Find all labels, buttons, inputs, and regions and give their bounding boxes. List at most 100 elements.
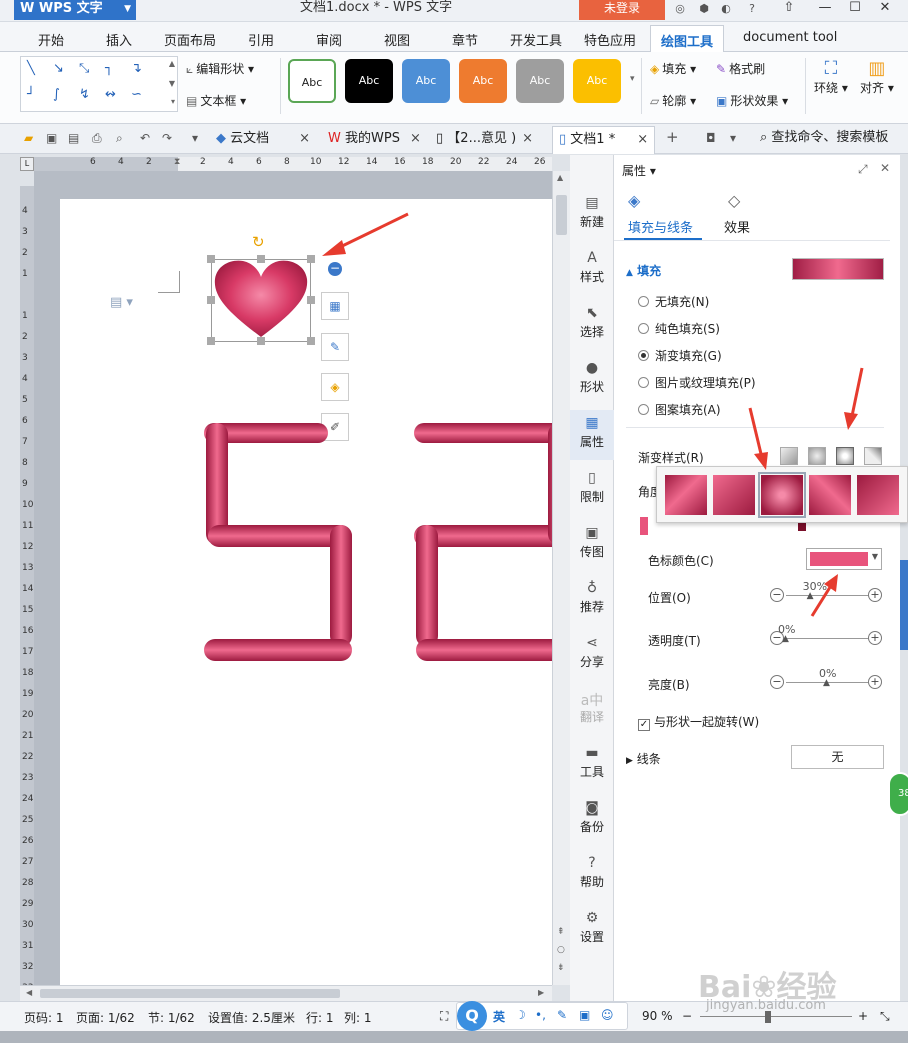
line-shape-icon[interactable]: ╲ — [27, 61, 35, 76]
prev-page-icon[interactable]: ⇞ — [557, 927, 565, 937]
print-preview-icon[interactable]: ⌕ — [116, 131, 123, 146]
gallery-expand-icon[interactable]: ▾ — [171, 97, 175, 106]
settings-small-icon[interactable]: ⬢ — [696, 1, 712, 17]
fill-button[interactable]: ◈ 填充 ▾ — [650, 60, 696, 77]
gradient-style-path[interactable] — [864, 447, 882, 465]
arrow-line-icon[interactable]: ↘ — [53, 61, 64, 76]
transparency-plus-button[interactable]: + — [868, 631, 882, 645]
gradient-style-linear[interactable] — [780, 447, 798, 465]
status-page[interactable]: 页面: 1/62 — [76, 1009, 135, 1026]
doctab-mywps[interactable]: W 我的WPS × — [328, 126, 421, 154]
fill-option-solid[interactable]: 纯色填充(S) — [638, 320, 720, 337]
skin-icon[interactable]: ◎ — [672, 1, 688, 17]
edit-shape-pen-icon[interactable]: ✎ — [321, 333, 349, 361]
maximize-icon[interactable]: ☐ — [842, 0, 868, 18]
select-browse-icon[interactable]: ○ — [557, 945, 565, 955]
tab-chapter[interactable]: 章节 — [452, 30, 478, 49]
close-tab-icon[interactable]: × — [299, 131, 310, 146]
zoom-level[interactable]: 90 % — [642, 1009, 673, 1023]
freeform-icon[interactable]: ∽ — [131, 87, 142, 102]
fullscreen-icon[interactable]: ⛶ — [440, 1009, 448, 1024]
fit-window-icon[interactable]: ⤡ — [880, 1009, 890, 1024]
document-canvas[interactable]: ▤ ▾ ↻ − ▦ ✎ ◈ ✐ — [34, 171, 552, 985]
fill-option-none[interactable]: 无填充(N) — [638, 293, 709, 310]
close-tab-icon[interactable]: × — [410, 131, 421, 146]
panel-undock-icon[interactable]: ⤢ — [858, 162, 868, 177]
open-folder-icon[interactable]: ▰ — [24, 131, 33, 145]
scroll-up-icon[interactable]: ▲ — [557, 173, 563, 182]
tab-references[interactable]: 引用 — [248, 30, 274, 49]
fill-option-gradient[interactable]: 渐变填充(G) — [638, 347, 722, 364]
document-page[interactable]: ▤ ▾ ↻ − ▦ ✎ ◈ ✐ — [60, 199, 552, 985]
zoom-in-icon[interactable]: + — [858, 1009, 868, 1023]
vertical-ruler[interactable]: 4 3 2 1 1 2 3 4 5 6 7 8 9 10 11 12 13 14 15 16 17 18 19 20 21 22 2… — [20, 186, 34, 986]
horizontal-ruler[interactable]: 6 4 2 ⧗ 2 4 6 8 10 12 14 16 18 20 22 24 … — [34, 157, 552, 171]
paragraph-layout-icon[interactable]: ▤ ▾ — [110, 295, 133, 310]
share-up-icon[interactable]: ⇧ — [776, 0, 802, 18]
print-icon[interactable]: ⎙ — [92, 131, 102, 146]
gradient-preset-corner-reverse[interactable] — [857, 475, 899, 515]
ruler-corner[interactable]: L — [20, 157, 34, 171]
tab-fill-line[interactable]: 填充与线条 — [628, 217, 693, 236]
zoom-out-icon[interactable]: − — [682, 1009, 692, 1023]
position-plus-button[interactable]: + — [868, 588, 882, 602]
shape-style-black[interactable]: Abc — [345, 59, 393, 103]
gradient-preset-reverse[interactable] — [809, 475, 851, 515]
sidebar-item-backup[interactable]: ◙ 备份 — [570, 800, 614, 835]
curve-connector-icon[interactable]: ∫ — [53, 87, 60, 102]
sidebar-item-style[interactable]: A 样式 — [570, 250, 614, 285]
tab-special[interactable]: 特色应用 — [584, 30, 636, 49]
search-command-box[interactable]: ⌕ 查找命令、搜索模板 — [760, 125, 888, 153]
tab-view[interactable]: 视图 — [384, 30, 410, 49]
sidebar-item-share[interactable]: ⋖ 分享 — [570, 635, 614, 670]
transparency-slider-track[interactable] — [786, 638, 868, 639]
brightness-minus-button[interactable]: − — [770, 675, 784, 689]
edit-shape-button[interactable]: ⟀ 编辑形状 ▾ — [186, 60, 254, 77]
sidebar-item-toolbox[interactable]: ▬ 工具 — [570, 745, 614, 780]
rotate-with-shape-checkbox[interactable]: ✓ 与形状一起旋转(W) — [638, 713, 759, 731]
tab-home[interactable]: 开始 — [38, 30, 64, 49]
zoom-slider-track[interactable] — [700, 1016, 852, 1017]
panel-collapse-handle[interactable] — [900, 560, 908, 650]
gradient-preset-center-selected[interactable] — [758, 472, 806, 518]
new-tab-plus-icon[interactable]: + — [666, 128, 679, 146]
doctab-other[interactable]: ▯ 【2...意见 ) × — [436, 126, 533, 154]
ime-logo-icon[interactable]: Q — [457, 1001, 487, 1031]
redo-icon[interactable]: ↷ — [162, 131, 172, 145]
line-section-header[interactable]: ▶ 线条 — [626, 750, 661, 767]
tab-page-layout[interactable]: 页面布局 — [164, 30, 216, 49]
format-painter-button[interactable]: ✎ 格式刷 — [716, 60, 765, 77]
heart-shape[interactable] — [211, 257, 311, 341]
help-question-icon[interactable]: ? — [744, 1, 760, 17]
curve-double-icon[interactable]: ↭ — [105, 87, 116, 102]
rotate-handle-icon[interactable]: ↻ — [252, 233, 265, 251]
tab-insert[interactable]: 插入 — [106, 30, 132, 49]
style-gallery-more-icon[interactable]: ▾ — [630, 74, 635, 84]
outline-button[interactable]: ▱ 轮廓 ▾ — [650, 92, 696, 109]
ime-emoji-icon[interactable]: ☺ — [601, 1008, 614, 1022]
line-style-dropdown[interactable]: 无 — [791, 745, 884, 769]
vertical-scroll-thumb[interactable] — [556, 195, 567, 235]
elbow-double-icon[interactable]: ┘ — [27, 87, 35, 102]
shape-style-gray[interactable]: Abc — [516, 59, 564, 103]
stop-color-picker[interactable]: ▼ — [806, 548, 882, 570]
text-box-button[interactable]: ▤ 文本框 ▾ — [186, 92, 246, 109]
sidebar-item-translate[interactable]: a中 翻译 — [570, 690, 614, 725]
fill-section-header[interactable]: ▲ 填充 — [626, 262, 661, 279]
login-button[interactable]: 未登录 — [579, 0, 665, 20]
tab-review[interactable]: 审阅 — [316, 30, 342, 49]
horizontal-scroll-thumb[interactable] — [40, 989, 340, 998]
elbow-arrow-icon[interactable]: ↴ — [131, 61, 142, 76]
gallery-scroll-up-icon[interactable]: ▲ — [169, 59, 175, 68]
shape-gallery[interactable]: ╲ ↘ ⤡ ┐ ↴ ┘ ∫ ↯ ↭ ∽ ▲ ▼ ▾ — [20, 56, 178, 112]
tab-developer[interactable]: 开发工具 — [510, 30, 562, 49]
tab-effect[interactable]: 效果 — [724, 217, 750, 236]
sidebar-item-settings[interactable]: ⚙ 设置 — [570, 910, 614, 945]
fill-bucket-icon[interactable]: ◈ — [321, 373, 349, 401]
fill-option-picture[interactable]: 图片或纹理填充(P) — [638, 374, 756, 391]
shape-style-gold[interactable]: Abc — [573, 59, 621, 103]
undo-icon[interactable]: ↶ — [140, 131, 150, 145]
ime-toolbar[interactable]: Q 英 ☽ •, ✎ ▣ ☺ — [456, 1001, 628, 1031]
tab-document-tool[interactable]: document tool — [743, 30, 837, 45]
curve-arrow-icon[interactable]: ↯ — [79, 87, 90, 102]
